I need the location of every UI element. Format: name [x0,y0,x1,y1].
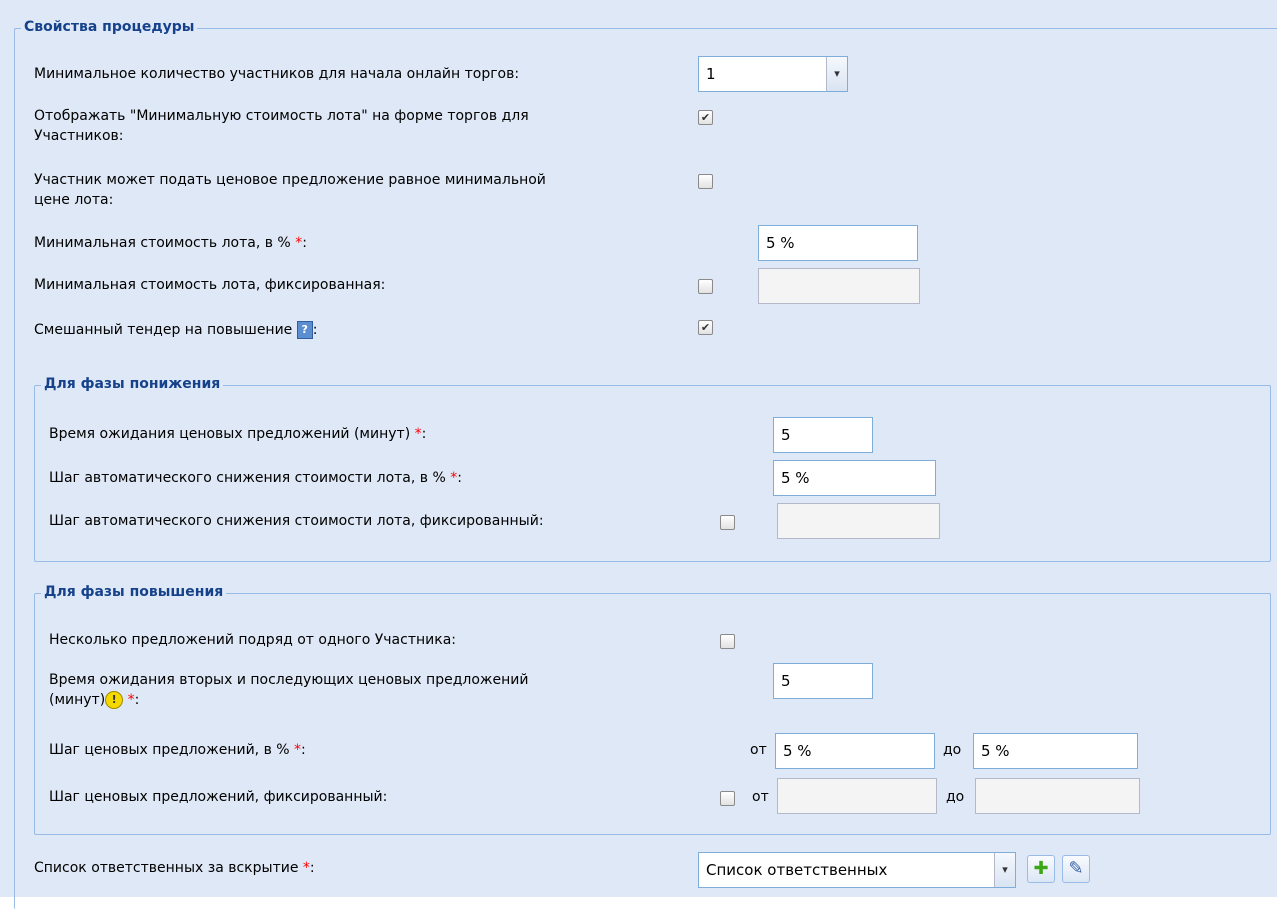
procedure-properties-panel: Свойства процедуры Минимальное количеств… [0,0,1277,909]
equal-min-price-label-line1: Участник может подать ценовое предложени… [34,172,546,188]
decrease-step-fixed-input[interactable] [777,503,940,539]
equal-min-price-label: Участник может подать ценовое предложени… [34,170,546,210]
label-colon: : [421,426,427,442]
decrease-step-percent-text: Шаг автоматического снижения стоимости л… [49,470,446,486]
warning-icon[interactable]: ! [105,691,124,709]
min-cost-fixed-input[interactable] [758,268,920,304]
bid-step-fixed-from-label: от [752,789,769,805]
required-mark: * [414,426,422,442]
responsible-select[interactable]: Список ответственных ▾ [698,852,1016,888]
responsible-label: Список ответственных за вскрытие *: [34,858,315,878]
bid-step-percent-to-label: до [943,742,962,758]
label-colon: : [134,692,140,708]
bid-step-percent-to-input[interactable]: 5 % [973,733,1138,769]
label-colon: : [312,322,318,338]
bid-step-fixed-to-label: до [946,789,965,805]
bid-step-fixed-checkbox[interactable] [720,791,735,806]
mixed-tender-checkbox[interactable]: ✔ [698,320,713,335]
min-participants-value: 1 [706,65,716,83]
second-wait-label-line2-wrap: (минут)! *: [49,690,528,710]
show-min-cost-label-line2: Участников: [34,128,124,144]
chevron-down-icon[interactable]: ▾ [826,57,847,91]
show-min-cost-label-line1: Отображать "Минимальную стоимость лота" … [34,108,529,124]
label-colon: : [309,860,315,876]
min-cost-percent-input[interactable]: 5 % [758,225,918,261]
help-icon[interactable]: ? [296,321,313,339]
decrease-phase-legend: Для фазы понижения [41,376,224,392]
min-participants-label: Минимальное количество участников для на… [34,66,520,82]
decrease-step-percent-label: Шаг автоматического снижения стоимости л… [49,468,462,488]
multiple-bids-label: Несколько предложений подряд от одного У… [49,632,456,648]
show-min-cost-checkbox[interactable]: ✔ [698,110,713,125]
mixed-tender-label: Смешанный тендер на повышение ?: [34,320,317,340]
required-mark: * [127,692,135,708]
increase-phase-legend: Для фазы повышения [41,584,227,600]
min-cost-percent-label: Минимальная стоимость лота, в % *: [34,233,307,253]
chevron-down-icon[interactable]: ▾ [994,853,1015,887]
decrease-wait-time-input[interactable]: 5 [773,417,873,453]
bid-step-percent-text: Шаг ценовых предложений, в % [49,742,290,758]
min-participants-select[interactable]: 1 ▾ [698,56,848,92]
min-cost-fixed-checkbox[interactable] [698,279,713,294]
responsible-text: Список ответственных за вскрытие [34,860,299,876]
bid-step-fixed-to-input[interactable] [975,778,1140,814]
decrease-step-percent-input[interactable]: 5 % [773,460,936,496]
equal-min-price-checkbox[interactable] [698,174,713,189]
label-colon: : [302,235,307,251]
second-wait-input[interactable]: 5 [773,663,873,699]
decrease-wait-time-text: Время ожидания ценовых предложений (мину… [49,426,411,442]
multiple-bids-checkbox[interactable] [720,634,735,649]
add-responsible-button[interactable]: ✚ [1027,855,1055,883]
show-min-cost-label: Отображать "Минимальную стоимость лота" … [34,106,529,146]
equal-min-price-label-line2: цене лота: [34,192,114,208]
required-mark: * [302,860,310,876]
edit-responsible-button[interactable]: ✎ [1062,855,1090,883]
bid-step-percent-label: Шаг ценовых предложений, в % *: [49,740,306,760]
min-cost-percent-text: Минимальная стоимость лота, в % [34,235,291,251]
bid-step-percent-from-label: от [750,742,767,758]
required-mark: * [294,742,302,758]
second-wait-label-line2: (минут) [49,692,106,708]
bid-step-fixed-from-input[interactable] [777,778,937,814]
mixed-tender-text: Смешанный тендер на повышение [34,322,293,338]
decrease-step-fixed-checkbox[interactable] [720,515,735,530]
procedure-properties-legend: Свойства процедуры [21,19,198,35]
second-wait-label-line1: Время ожидания вторых и последующих цено… [49,672,529,688]
bid-step-fixed-label: Шаг ценовых предложений, фиксированный: [49,789,388,805]
label-colon: : [457,470,462,486]
decrease-wait-time-label: Время ожидания ценовых предложений (мину… [49,424,426,444]
min-cost-fixed-label: Минимальная стоимость лота, фиксированна… [34,277,386,293]
decrease-step-fixed-label: Шаг автоматического снижения стоимости л… [49,513,544,529]
responsible-value: Список ответственных [706,861,888,879]
bid-step-percent-from-input[interactable]: 5 % [775,733,935,769]
second-wait-label: Время ожидания вторых и последующих цено… [49,670,528,710]
label-colon: : [301,742,306,758]
